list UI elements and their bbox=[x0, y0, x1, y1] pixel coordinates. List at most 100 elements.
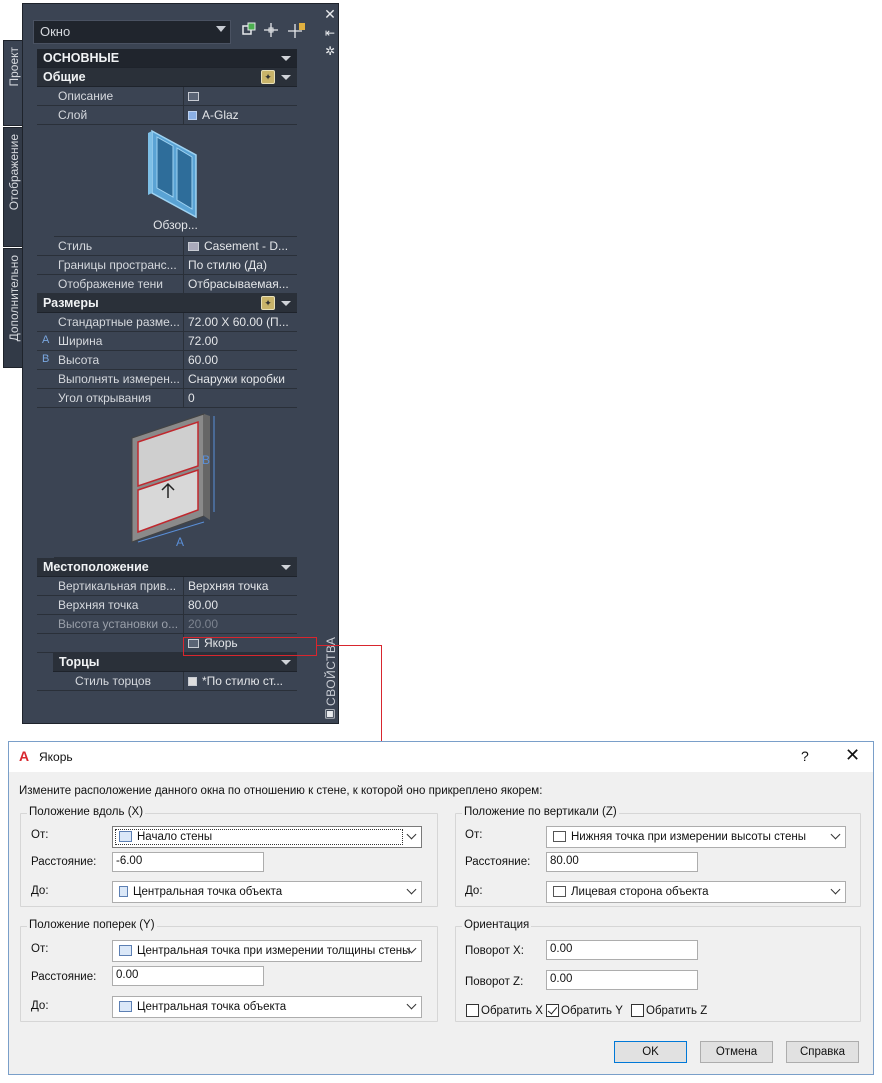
chevron-down-icon bbox=[281, 565, 291, 570]
vertical-from-select[interactable]: Нижняя точка при измерении высоты стены bbox=[546, 826, 846, 848]
cancel-button[interactable]: Отмена bbox=[700, 1041, 773, 1063]
dialog-title-bar[interactable]: A Якорь ? ✕ bbox=[9, 742, 873, 772]
pickadd-toggle-icon[interactable] bbox=[287, 22, 307, 42]
checkbox-box[interactable] bbox=[546, 1004, 559, 1017]
autohide-icon[interactable]: ⇤ bbox=[323, 26, 337, 40]
prop-value[interactable]: По стилю (Да) bbox=[184, 256, 297, 274]
chevron-down-icon bbox=[281, 660, 291, 665]
prop-row-vertical-align[interactable]: Вертикальная прив... Верхняя точка bbox=[37, 577, 297, 596]
flip-x-checkbox[interactable]: Обратить X bbox=[466, 1004, 543, 1020]
section-location[interactable]: Местоположение bbox=[37, 558, 297, 577]
vertical-from-label: От: bbox=[465, 829, 483, 841]
flip-y-checkbox[interactable]: Обратить Y bbox=[546, 1004, 623, 1020]
quick-select-icon[interactable] bbox=[239, 22, 259, 42]
section-basic[interactable]: ОСНОВНЫЕ bbox=[37, 49, 297, 68]
palette-menu-icon[interactable]: ▣ bbox=[323, 706, 337, 720]
close-icon[interactable]: ✕ bbox=[323, 7, 337, 21]
section-ends-title: Торцы bbox=[59, 655, 100, 669]
prop-name: Угол открывания bbox=[54, 389, 184, 407]
gear-icon[interactable]: ✲ bbox=[323, 44, 337, 58]
checkbox-box[interactable] bbox=[466, 1004, 479, 1017]
along-from-label: От: bbox=[31, 829, 49, 841]
vertical-distance-input[interactable]: 80.00 bbox=[546, 852, 698, 872]
prop-value[interactable]: A-Glaz bbox=[184, 106, 297, 124]
along-from-select[interactable]: Начало стены bbox=[112, 826, 422, 848]
dimension-diagram: B A bbox=[54, 408, 297, 558]
callout-connector bbox=[316, 645, 382, 646]
prop-row-space-bounds[interactable]: Границы пространс... По стилю (Да) bbox=[37, 256, 297, 275]
across-from-select[interactable]: Центральная точка при измерении толщины … bbox=[112, 940, 422, 962]
prop-row-description[interactable]: Описание bbox=[37, 87, 297, 106]
along-to-label: До: bbox=[31, 885, 49, 897]
prop-value[interactable]: 72.00 bbox=[184, 332, 297, 350]
property-grid: ОСНОВНЫЕ Общие ✦ Описание Слой A-Glaz Об… bbox=[37, 49, 297, 691]
prop-row-standard-size[interactable]: Стандартные разме... 72.00 X 60.00 (П... bbox=[37, 313, 297, 332]
chevron-down-icon bbox=[830, 884, 841, 895]
prop-value[interactable]: 80.00 bbox=[184, 596, 297, 614]
description-icon[interactable] bbox=[188, 92, 199, 101]
palette-title-vertical: СВОЙСТВА bbox=[324, 636, 338, 706]
section-dimensions[interactable]: Размеры ✦ bbox=[37, 294, 297, 313]
tab-project-label: Проект bbox=[7, 47, 21, 87]
prop-value[interactable]: 0 bbox=[184, 389, 297, 407]
lightbulb-icon[interactable]: ✦ bbox=[261, 296, 275, 310]
palette-side-strip: ✕ ⇤ ✲ ▣ bbox=[321, 4, 339, 725]
prop-value[interactable]: Casement - D... bbox=[184, 237, 297, 255]
layer-color-icon bbox=[188, 111, 197, 120]
endcap-style-icon bbox=[188, 677, 197, 686]
prop-row-height[interactable]: B Высота 60.00 bbox=[37, 351, 297, 370]
group-orientation-legend: Ориентация bbox=[462, 919, 532, 931]
prop-row-sill-height[interactable]: Высота установки о... 20.00 bbox=[37, 615, 297, 634]
prop-value[interactable]: Отбрасываемая... bbox=[184, 275, 297, 293]
callout-connector bbox=[381, 645, 382, 742]
object-center-icon bbox=[119, 886, 128, 897]
along-distance-input[interactable]: -6.00 bbox=[112, 852, 264, 872]
close-icon[interactable]: ✕ bbox=[845, 745, 860, 766]
prop-row-width[interactable]: A Ширина 72.00 bbox=[37, 332, 297, 351]
checkbox-box[interactable] bbox=[631, 1004, 644, 1017]
section-dimensions-title: Размеры bbox=[43, 296, 99, 310]
prop-row-endcap-style[interactable]: Стиль торцов *По стилю ст... bbox=[37, 672, 297, 691]
flip-z-checkbox[interactable]: Обратить Z bbox=[631, 1004, 707, 1020]
chevron-down-icon bbox=[406, 884, 417, 895]
prop-row-layer[interactable]: Слой A-Glaz bbox=[37, 106, 297, 125]
lightbulb-icon[interactable]: ✦ bbox=[261, 70, 275, 84]
rotation-x-input[interactable]: 0.00 bbox=[546, 940, 698, 960]
prop-row-shadow[interactable]: Отображение тени Отбрасываемая... bbox=[37, 275, 297, 294]
prop-value[interactable]: 60.00 bbox=[184, 351, 297, 369]
prop-value[interactable]: *По стилю ст... bbox=[184, 672, 297, 690]
prop-value[interactable]: 72.00 X 60.00 (П... bbox=[184, 313, 297, 331]
section-general[interactable]: Общие ✦ bbox=[37, 68, 297, 87]
dim-marker-b: B bbox=[42, 353, 50, 365]
prop-value[interactable]: Снаружи коробки bbox=[184, 370, 297, 388]
style-preview[interactable]: Обзор... bbox=[54, 125, 297, 237]
select-objects-icon[interactable] bbox=[261, 22, 281, 42]
along-distance-label: Расстояние: bbox=[31, 856, 97, 868]
prop-row-swing-angle[interactable]: Угол открывания 0 bbox=[37, 389, 297, 408]
prop-row-head-height[interactable]: Верхняя точка 80.00 bbox=[37, 596, 297, 615]
rotation-z-input[interactable]: 0.00 bbox=[546, 970, 698, 990]
across-to-label: До: bbox=[31, 1000, 49, 1012]
anchor-dialog: A Якорь ? ✕ Измените расположение данног… bbox=[8, 741, 874, 1075]
prop-row-style[interactable]: Стиль Casement - D... bbox=[37, 237, 297, 256]
prop-name: Границы пространс... bbox=[54, 256, 184, 274]
prop-value[interactable] bbox=[184, 87, 297, 105]
vertical-to-select[interactable]: Лицевая сторона объекта bbox=[546, 881, 846, 903]
chevron-down-icon bbox=[281, 75, 291, 80]
rotation-z-label: Поворот Z: bbox=[465, 976, 524, 988]
style-grid-icon bbox=[188, 242, 199, 251]
prop-row-measure-to[interactable]: Выполнять измерен... Снаружи коробки bbox=[37, 370, 297, 389]
help-icon[interactable]: ? bbox=[801, 748, 809, 764]
across-from-label: От: bbox=[31, 943, 49, 955]
ok-button[interactable]: OK bbox=[614, 1041, 687, 1063]
vertical-distance-label: Расстояние: bbox=[465, 856, 531, 868]
across-to-select[interactable]: Центральная точка объекта bbox=[112, 996, 422, 1018]
preview-caption[interactable]: Обзор... bbox=[54, 218, 297, 232]
prop-value[interactable]: Верхняя точка bbox=[184, 577, 297, 595]
help-button[interactable]: Справка bbox=[786, 1041, 859, 1063]
prop-name: Описание bbox=[54, 87, 184, 105]
across-distance-input[interactable]: 0.00 bbox=[112, 966, 264, 986]
object-type-select[interactable]: Окно bbox=[33, 20, 231, 44]
chevron-down-icon bbox=[406, 999, 417, 1010]
along-to-select[interactable]: Центральная точка объекта bbox=[112, 881, 422, 903]
